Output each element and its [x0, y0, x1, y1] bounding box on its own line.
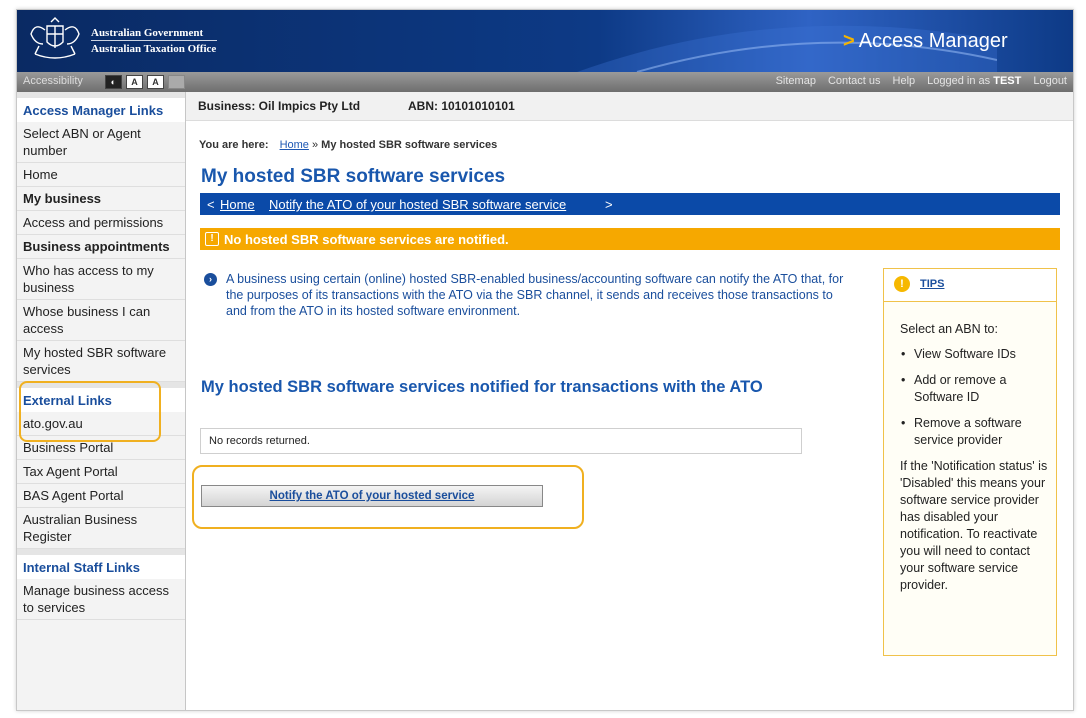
sidebar-item-home[interactable]: Home: [17, 163, 185, 187]
contact-us-link[interactable]: Contact us: [828, 75, 881, 87]
highlight-outline: [19, 381, 161, 442]
app-title: > Access Manager: [843, 30, 1008, 53]
sidebar-item-whose-business[interactable]: Whose business I can access: [17, 300, 185, 341]
warning-icon: !: [894, 276, 910, 292]
chevron-left-icon: <: [207, 197, 215, 212]
alert-text: No hosted SBR software services are noti…: [224, 232, 509, 247]
tips-link[interactable]: TIPS: [920, 278, 944, 290]
accessibility-controls: ◐ A A: [105, 75, 185, 89]
logout-link[interactable]: Logout: [1033, 75, 1067, 87]
tips-item: View Software IDs: [901, 346, 1050, 363]
no-records-text: No records returned.: [209, 435, 310, 447]
sidebar-item-my-business[interactable]: My business: [17, 187, 185, 211]
print-icon[interactable]: [168, 75, 185, 89]
tips-panel: ! TIPS Select an ABN to: View Software I…: [883, 268, 1057, 656]
business-bar: Business: Oil Impics Pty Ltd ABN: 101010…: [186, 92, 1073, 121]
sidebar-item-manage-access[interactable]: Manage business access to services: [17, 579, 185, 620]
text-size-small-icon[interactable]: A: [126, 75, 143, 89]
sidebar-item-select-abn[interactable]: Select ABN or Agent number: [17, 122, 185, 163]
sidebar-item-bas-agent-portal[interactable]: BAS Agent Portal: [17, 484, 185, 508]
sidebar-heading-internal: Internal Staff Links: [17, 549, 185, 579]
nav-home-link[interactable]: Home: [220, 197, 255, 212]
coat-of-arms-icon: [30, 17, 80, 59]
tips-item: Remove a software service provider: [901, 415, 1050, 449]
logged-in-user: TEST: [993, 75, 1022, 87]
tips-header: ! TIPS: [884, 269, 1056, 302]
breadcrumb-label: You are here:: [199, 139, 269, 151]
sidebar-item-business-appointments[interactable]: Business appointments: [17, 235, 185, 259]
tips-note: If the 'Notification status' is 'Disable…: [900, 459, 1048, 592]
site-header: Australian Government Australian Taxatio…: [17, 10, 1073, 72]
records-table: No records returned.: [200, 428, 802, 454]
logged-in-label: Logged in as: [927, 75, 991, 87]
chevron-right-icon: >: [605, 197, 613, 212]
agency-name: Australian Taxation Office: [91, 43, 217, 55]
page-title: My hosted SBR software services: [201, 166, 506, 187]
government-name: Australian Government: [91, 27, 204, 39]
browser-frame: Australian Government Australian Taxatio…: [16, 9, 1074, 711]
info-icon: ›: [204, 273, 217, 286]
breadcrumb-home-link[interactable]: Home: [280, 139, 309, 151]
sidebar-item-who-has-access[interactable]: Who has access to my business: [17, 259, 185, 300]
breadcrumb-current: My hosted SBR software services: [321, 139, 498, 151]
alert-banner: ! No hosted SBR software services are no…: [200, 228, 1060, 250]
alert-icon: !: [205, 232, 219, 246]
utility-bar: Accessibility ◐ A A Sitemap Contact us H…: [17, 72, 1073, 92]
tips-item: Add or remove a Software ID: [901, 372, 1050, 406]
sidebar: Access Manager Links Select ABN or Agent…: [17, 92, 186, 710]
info-message: › A business using certain (online) host…: [204, 271, 846, 319]
sidebar-item-access-permissions[interactable]: Access and permissions: [17, 211, 185, 235]
breadcrumb-separator: »: [311, 139, 319, 151]
logged-in-status: Logged in as TEST: [927, 75, 1021, 87]
breadcrumb: You are here: Home » My hosted SBR softw…: [199, 139, 497, 151]
main-content: Business: Oil Impics Pty Ltd ABN: 101010…: [186, 92, 1073, 710]
text-size-large-icon[interactable]: A: [147, 75, 164, 89]
tips-body: Select an ABN to: View Software IDs Add …: [900, 321, 1050, 594]
header-divider: [91, 40, 217, 41]
sidebar-item-abr[interactable]: Australian Business Register: [17, 508, 185, 549]
tips-intro: Select an ABN to:: [900, 322, 998, 336]
nav-notify-link[interactable]: Notify the ATO of your hosted SBR softwa…: [269, 197, 566, 212]
utility-links: Sitemap Contact us Help Logged in as TES…: [776, 75, 1067, 87]
tips-list: View Software IDs Add or remove a Softwa…: [900, 346, 1050, 449]
highlight-outline: [192, 465, 584, 529]
help-link[interactable]: Help: [893, 75, 916, 87]
high-contrast-icon[interactable]: ◐: [105, 75, 122, 89]
app-title-text: Access Manager: [858, 30, 1008, 52]
page-nav-bar: < Home Notify the ATO of your hosted SBR…: [200, 193, 1060, 215]
business-name: Business: Oil Impics Pty Ltd: [198, 99, 361, 113]
info-text: A business using certain (online) hosted…: [226, 272, 844, 318]
sitemap-link[interactable]: Sitemap: [776, 75, 816, 87]
sidebar-item-hosted-sbr[interactable]: My hosted SBR software services: [17, 341, 185, 382]
sidebar-heading-access-manager: Access Manager Links: [17, 92, 185, 122]
accessibility-link[interactable]: Accessibility: [23, 75, 83, 87]
sidebar-item-tax-agent-portal[interactable]: Tax Agent Portal: [17, 460, 185, 484]
chevron-right-icon: >: [843, 30, 855, 52]
section-title: My hosted SBR software services notified…: [201, 378, 763, 396]
business-abn: ABN: 10101010101: [408, 99, 515, 113]
